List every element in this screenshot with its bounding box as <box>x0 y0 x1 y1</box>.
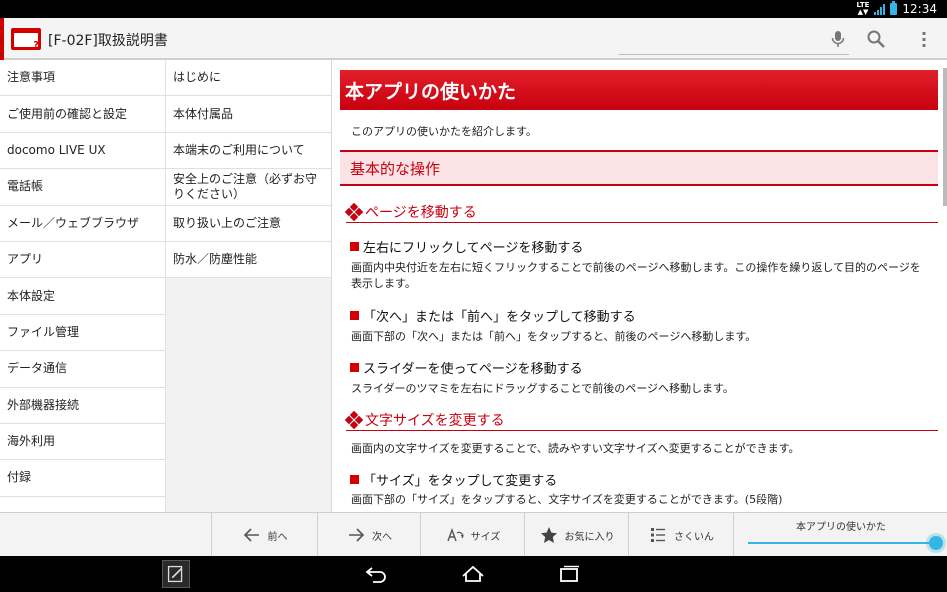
menu-item[interactable]: ご使用前の確認と設定 <box>0 96 165 133</box>
item-text: スライダーのツマミを左右にドラッグすることで前後のページへ移動します。 <box>351 382 734 395</box>
scrollbar[interactable] <box>943 68 947 206</box>
navigation-bar <box>0 556 947 592</box>
square-bullet-icon <box>350 242 359 251</box>
prev-button[interactable]: 前へ <box>211 513 317 557</box>
primary-menu: 注意事項 ご使用前の確認と設定 docomo LIVE UX 電話帳 メール／ウ… <box>0 60 166 512</box>
overflow-menu-icon[interactable] <box>914 29 934 49</box>
app-logo-icon[interactable] <box>11 28 41 51</box>
submenu-item[interactable]: 本体付属品 <box>166 96 331 133</box>
secondary-menu: はじめに 本体付属品 本端末のご利用について 安全上のご注意（必ずお守りください… <box>166 60 332 512</box>
back-icon[interactable] <box>364 563 388 585</box>
menu-item[interactable]: 外部機器接続 <box>0 388 165 424</box>
item-title: 左右にフリックしてページを移動する <box>350 237 583 256</box>
item-title-text: スライダーを使ってページを移動する <box>363 362 583 377</box>
square-bullet-icon <box>350 475 359 484</box>
subsection-title: 文字サイズを変更する <box>365 412 505 429</box>
item-title-text: 「サイズ」をタップして変更する <box>363 474 558 489</box>
menu-item[interactable]: 本体設定 <box>0 278 165 315</box>
diamond-bullet-icon <box>344 202 364 221</box>
subsection-title: ページを移動する <box>365 204 477 221</box>
submenu-item[interactable]: 防水／防塵性能 <box>166 241 331 279</box>
submenu-item[interactable]: 取り扱い上のご注意 <box>166 205 331 242</box>
item-title-text: 左右にフリックしてページを移動する <box>363 241 584 256</box>
menu-item[interactable]: アプリ <box>0 242 165 279</box>
search-icon[interactable] <box>866 29 886 49</box>
menu-item[interactable]: 海外利用 <box>0 424 165 461</box>
menu-item[interactable]: データ通信 <box>0 351 165 388</box>
item-title-text: 「次へ」または「前へ」をタップして移動する <box>363 310 636 325</box>
item-text: 画面内中央付近を左右に短くフリックすることで前後のページへ移動します。この操作を… <box>351 261 921 290</box>
recent-apps-icon[interactable] <box>557 563 581 585</box>
item-title: 「サイズ」をタップして変更する <box>350 470 557 489</box>
page-title: 本アプリの使いかた <box>340 70 938 110</box>
slider-label: 本アプリの使いかた <box>796 522 886 533</box>
item-title: 「次へ」または「前へ」をタップして移動する <box>350 306 636 325</box>
slider-track[interactable] <box>748 542 936 544</box>
square-bullet-icon <box>350 311 359 320</box>
intro-text: このアプリの使いかたを紹介します。 <box>351 125 537 138</box>
bottom-toolbar: 前へ 次へ サイズ お気に入り さくいん 本アプリの使いかた <box>0 512 947 557</box>
status-bar: LTE ▲▼ 12:34 <box>0 0 947 18</box>
item-title: スライダーを使ってページを移動する <box>350 358 583 377</box>
favorite-button[interactable]: お気に入り <box>524 513 628 557</box>
square-bullet-icon <box>350 363 359 372</box>
slider-thumb[interactable] <box>929 536 943 550</box>
home-icon[interactable] <box>461 563 485 585</box>
index-button[interactable]: さくいん <box>628 513 733 557</box>
search-input[interactable] <box>619 54 849 55</box>
item-text: 画面下部の「次へ」または「前へ」をタップすると、前後のページへ移動します。 <box>351 330 757 343</box>
submenu-item[interactable]: 安全上のご注意（必ずお守りください） <box>166 169 331 206</box>
subsection-heading: ページを移動する <box>344 201 938 223</box>
notepad-icon[interactable] <box>162 560 190 588</box>
signal-icon <box>874 3 886 15</box>
submenu-item[interactable]: はじめに <box>166 60 331 97</box>
size-button[interactable]: サイズ <box>420 513 524 557</box>
menu-item[interactable]: 注意事項 <box>0 60 165 97</box>
section-heading: 基本的な操作 <box>340 150 938 186</box>
menu-item[interactable]: 付録 <box>0 460 165 497</box>
accent-stripe <box>0 18 4 60</box>
content-pane[interactable]: 本アプリの使いかた このアプリの使いかたを紹介します。 基本的な操作 ページを移… <box>332 60 947 512</box>
next-button[interactable]: 次へ <box>317 513 420 557</box>
star-icon <box>540 527 557 543</box>
index-list-icon <box>651 528 665 542</box>
lte-icon: LTE ▲▼ <box>856 1 870 16</box>
battery-icon <box>890 1 898 15</box>
arrow-left-icon <box>243 528 259 542</box>
menu-item[interactable]: メール／ウェブブラウザ <box>0 206 165 242</box>
item-text: 画面内の文字サイズを変更することで、読みやすい文字サイズへ変更することができます… <box>351 442 800 455</box>
item-text: 画面下部の「サイズ」をタップすると、文字サイズを変更することができます。(5段階… <box>351 493 783 506</box>
app-title: [F-02F]取扱説明書 <box>48 33 168 49</box>
menu-item[interactable]: ファイル管理 <box>0 315 165 352</box>
clock: 12:34 <box>902 2 937 16</box>
menu-item[interactable]: docomo LIVE UX <box>0 133 165 170</box>
subsection-heading: 文字サイズを変更する <box>344 409 938 431</box>
text-size-icon <box>446 527 464 542</box>
submenu-item[interactable]: 本端末のご利用について <box>166 132 331 170</box>
mic-icon[interactable] <box>828 29 848 49</box>
app-bar: [F-02F]取扱説明書 <box>0 18 947 60</box>
menu-item[interactable]: 電話帳 <box>0 169 165 206</box>
arrow-right-icon <box>349 528 365 542</box>
page-slider[interactable]: 本アプリの使いかた <box>733 513 947 557</box>
diamond-bullet-icon <box>344 410 364 429</box>
